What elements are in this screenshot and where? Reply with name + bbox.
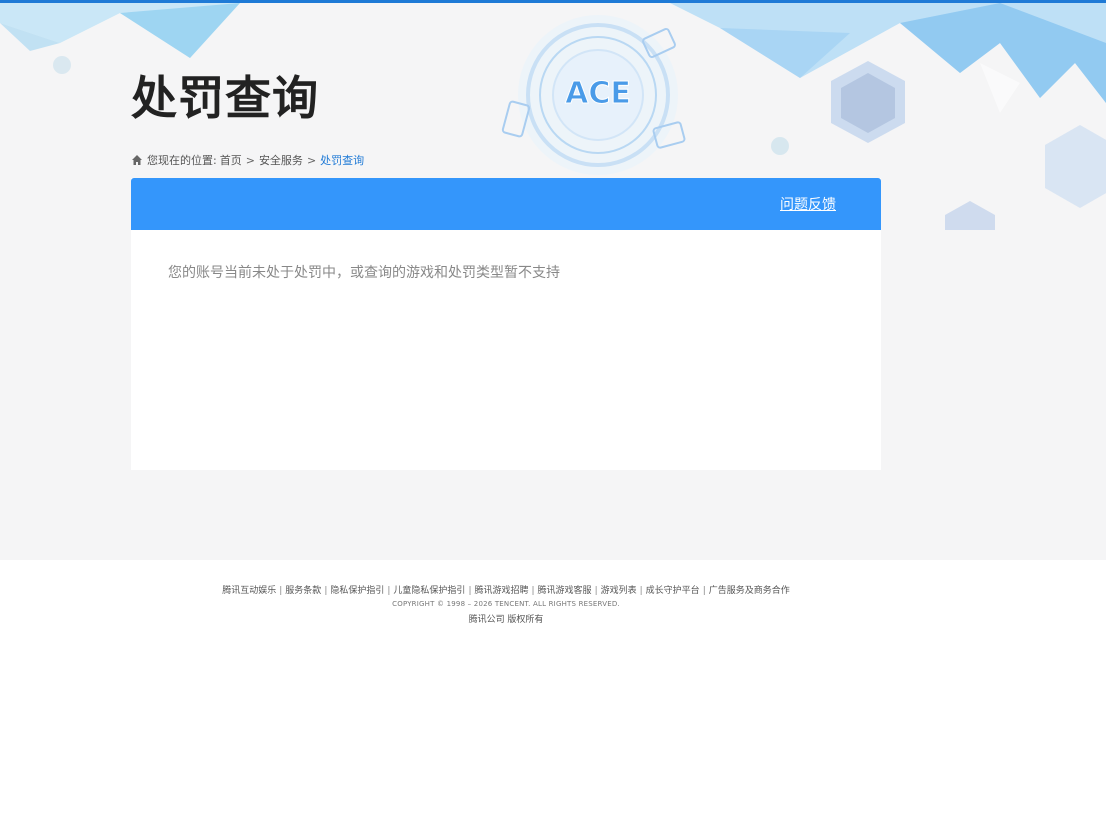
footer-link-child-privacy[interactable]: 儿童隐私保护指引 bbox=[393, 586, 465, 596]
breadcrumb-separator: > bbox=[245, 153, 255, 167]
panel-header: 问题反馈 bbox=[131, 178, 881, 230]
page-title: 处罚查询 bbox=[131, 71, 319, 125]
breadcrumb-prefix: 您现在的位置: bbox=[147, 154, 217, 167]
footer-link-ads[interactable]: 广告服务及商务合作 bbox=[709, 586, 790, 596]
footer-link-guardian[interactable]: 成长守护平台 bbox=[646, 586, 700, 596]
breadcrumb-security-link[interactable]: 安全服务 bbox=[259, 152, 303, 168]
copyright-text: COPYRIGHT © 1998 – 2026 TENCENT. ALL RIG… bbox=[392, 600, 620, 608]
owner-text: 腾讯公司 版权所有 bbox=[468, 615, 544, 625]
footer-link-terms[interactable]: 服务条款 bbox=[285, 586, 321, 596]
footer-link-jobs[interactable]: 腾讯游戏招聘 bbox=[474, 586, 528, 596]
footer-link-game-list[interactable]: 游戏列表 bbox=[601, 586, 637, 596]
breadcrumb-separator: > bbox=[306, 153, 317, 167]
breadcrumb: 您现在的位置: 首页 > 安全服务 > 处罚查询 bbox=[131, 152, 364, 168]
result-message: 您的账号当前未处于处罚中，或查询的游戏和处罚类型暂不支持 bbox=[168, 265, 560, 281]
result-panel: 问题反馈 您的账号当前未处于处罚中，或查询的游戏和处罚类型暂不支持 bbox=[131, 178, 881, 470]
ace-logo-text: ACE bbox=[565, 76, 631, 111]
footer-link-tencent-games[interactable]: 腾讯互动娱乐 bbox=[222, 586, 276, 596]
footer-link-support[interactable]: 腾讯游戏客服 bbox=[538, 586, 592, 596]
feedback-link[interactable]: 问题反馈 bbox=[780, 194, 836, 214]
home-icon bbox=[132, 155, 142, 165]
footer-links: 腾讯互动娱乐 | 服务条款 | 隐私保护指引 | 儿童隐私保护指引 | 腾讯游戏招聘 | 腾讯游戏客… bbox=[222, 586, 790, 596]
footer: 腾讯互动娱乐 | 服务条款 | 隐私保护指引 | 儿童隐私保护指引 | 腾讯游戏招聘 | 腾讯游戏客… bbox=[0, 560, 1106, 816]
breadcrumb-current: 处罚查询 bbox=[320, 154, 365, 167]
breadcrumb-home-link[interactable]: 首页 bbox=[220, 152, 242, 168]
ace-logo: ACE bbox=[565, 76, 632, 112]
footer-link-privacy[interactable]: 隐私保护指引 bbox=[330, 586, 384, 596]
